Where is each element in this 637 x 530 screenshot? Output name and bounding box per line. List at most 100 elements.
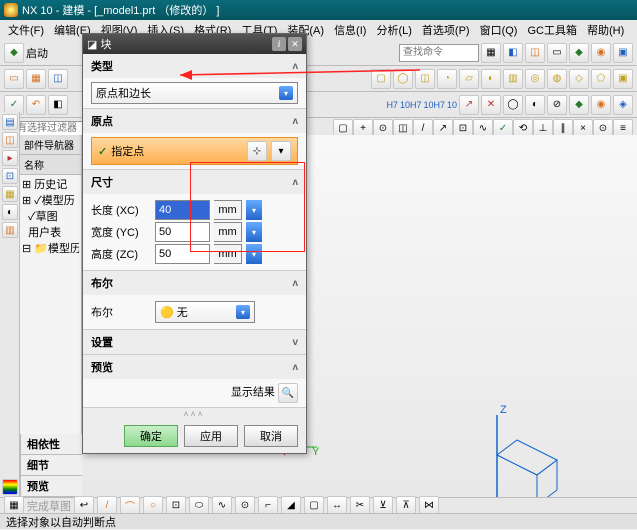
tool-b9[interactable]: ◐ bbox=[481, 69, 501, 89]
tree-item[interactable]: ⊞ ✓模型历 bbox=[22, 193, 79, 209]
ok-button[interactable]: 确定 bbox=[124, 425, 178, 447]
command-search-input[interactable] bbox=[399, 44, 479, 62]
tool-b15[interactable]: ▣ bbox=[613, 69, 633, 89]
apply-button[interactable]: 应用 bbox=[184, 425, 238, 447]
tool-a6[interactable]: ◉ bbox=[591, 43, 611, 63]
tool-b3[interactable]: ◫ bbox=[48, 69, 68, 89]
sketch-finish-label[interactable]: 完成草图 bbox=[27, 498, 71, 514]
app-logo-icon bbox=[4, 3, 18, 17]
tool-c9[interactable]: ◆ bbox=[569, 95, 589, 115]
sect-dim: 尺寸 bbox=[91, 174, 113, 190]
title-bar: NX 10 - 建模 - [_model1.prt （修改的） ] bbox=[0, 0, 637, 20]
sect-prev[interactable]: 预览 bbox=[91, 359, 113, 375]
status-text: 选择对象以自动判断点 bbox=[6, 514, 116, 530]
tool-b8[interactable]: ▱ bbox=[459, 69, 479, 89]
tool-a3[interactable]: ◫ bbox=[525, 43, 545, 63]
tool-b12[interactable]: ◍ bbox=[547, 69, 567, 89]
tool-c11[interactable]: ◈ bbox=[613, 95, 633, 115]
dialog-close-icon[interactable]: ✕ bbox=[288, 37, 302, 51]
dialog-icon: ◪ bbox=[87, 39, 97, 51]
tool-a5[interactable]: ◆ bbox=[569, 43, 589, 63]
type-combo[interactable]: 原点和边长▾ bbox=[91, 82, 298, 104]
tool-b1[interactable]: ▭ bbox=[4, 69, 24, 89]
tool-c6[interactable]: ◯ bbox=[503, 95, 523, 115]
sect-type: 类型 bbox=[91, 58, 113, 74]
tool-b5[interactable]: ◯ bbox=[393, 69, 413, 89]
rail-7-icon[interactable]: ▥ bbox=[2, 222, 18, 238]
check-icon: ✓ bbox=[98, 145, 107, 158]
rail-3-icon[interactable]: ▸ bbox=[2, 150, 18, 166]
menu-info[interactable]: 信息(I) bbox=[330, 20, 370, 40]
chevron-up-icon[interactable]: ʌ bbox=[292, 116, 298, 127]
rail-nav-icon[interactable]: ▤ bbox=[2, 114, 18, 130]
left-rail: ▤ ◫ ▸ ⊡ ▦ ◐ ▥ bbox=[0, 112, 20, 497]
tool-c7[interactable]: ◐ bbox=[525, 95, 545, 115]
gdt-4[interactable]: 10 bbox=[447, 100, 457, 110]
point-picker-icon: ⊹ bbox=[247, 141, 267, 161]
menu-window[interactable]: 窗口(Q) bbox=[476, 20, 522, 40]
tree-item[interactable]: ⊞ 历史记 bbox=[22, 177, 79, 193]
tool-c4[interactable]: ↗ bbox=[459, 95, 479, 115]
rail-6-icon[interactable]: ◐ bbox=[2, 204, 18, 220]
bool-label: 布尔 bbox=[91, 304, 151, 320]
sketch-toolbar: ▦ 完成草图 ↩/ ⌒○ ⊡⬭ ∿⊙ ⌐◢ ▢↔ ✂⊻ ⊼⋈ bbox=[0, 497, 637, 513]
launch-icon[interactable]: ◆ bbox=[4, 43, 24, 63]
tree-item[interactable]: ⊟ 📁模型历 bbox=[22, 241, 79, 257]
tool-b4[interactable]: ▢ bbox=[371, 69, 391, 89]
xc-label: 长度 (XC) bbox=[91, 202, 151, 218]
tool-a1[interactable]: ▦ bbox=[481, 43, 501, 63]
annotation-box bbox=[190, 162, 305, 252]
tool-c2[interactable]: ↶ bbox=[26, 95, 46, 115]
tool-b7[interactable]: ◔ bbox=[437, 69, 457, 89]
tool-b14[interactable]: ⬠ bbox=[591, 69, 611, 89]
tree-item[interactable]: ✓草图 bbox=[22, 209, 79, 225]
tool-b11[interactable]: ◎ bbox=[525, 69, 545, 89]
nav-title: 部件导航器 bbox=[20, 135, 81, 155]
menu-gc[interactable]: GC工具箱 bbox=[523, 20, 581, 40]
menu-analysis[interactable]: 分析(L) bbox=[372, 20, 415, 40]
tool-b6[interactable]: ◫ bbox=[415, 69, 435, 89]
tool-c8[interactable]: ⊘ bbox=[547, 95, 567, 115]
dialog-titlebar[interactable]: ◪ 块 ⅈ✕ bbox=[83, 34, 306, 54]
chevron-up-icon[interactable]: ʌ bbox=[292, 278, 298, 289]
dialog-help-icon[interactable]: ⅈ bbox=[272, 37, 286, 51]
tool-a4[interactable]: ▭ bbox=[547, 43, 567, 63]
origin-point-button[interactable]: ✓指定点⊹▾ bbox=[91, 137, 298, 165]
chevron-up-icon[interactable]: ʌ bbox=[292, 61, 298, 72]
tool-b10[interactable]: ▥ bbox=[503, 69, 523, 89]
rail-2-icon[interactable]: ◫ bbox=[2, 132, 18, 148]
menu-prefs[interactable]: 首选项(P) bbox=[418, 20, 474, 40]
menu-file[interactable]: 文件(F) bbox=[4, 20, 48, 40]
chevron-down-icon: ▾ bbox=[279, 86, 293, 100]
tool-b13[interactable]: ◇ bbox=[569, 69, 589, 89]
tool-b2[interactable]: ▦ bbox=[26, 69, 46, 89]
sect-set[interactable]: 设置 bbox=[91, 334, 113, 350]
magnifier-icon[interactable]: 🔍 bbox=[278, 383, 298, 403]
nav-col: 名称 bbox=[20, 155, 81, 175]
tool-c10[interactable]: ◉ bbox=[591, 95, 611, 115]
dialog-grip[interactable]: ʌʌʌ bbox=[83, 408, 306, 419]
gdt-3[interactable]: 10H7 bbox=[423, 100, 445, 110]
rail-color-icon[interactable] bbox=[2, 479, 18, 495]
tool-a2[interactable]: ◧ bbox=[503, 43, 523, 63]
chevron-down-icon[interactable]: v bbox=[292, 337, 298, 348]
dialog-title: 块 bbox=[100, 39, 111, 51]
chevron-down-icon: ▾ bbox=[236, 305, 250, 319]
window-title: NX 10 - 建模 - [_model1.prt （修改的） ] bbox=[22, 2, 219, 18]
menu-help[interactable]: 帮助(H) bbox=[583, 20, 628, 40]
show-result-label: 显示结果 bbox=[231, 387, 275, 399]
chevron-up-icon[interactable]: ʌ bbox=[292, 362, 298, 373]
gdt-2[interactable]: 10H7 bbox=[400, 100, 422, 110]
tool-c5[interactable]: ✕ bbox=[481, 95, 501, 115]
tree-item[interactable]: 用户表 bbox=[22, 225, 79, 241]
rail-5-icon[interactable]: ▦ bbox=[2, 186, 18, 202]
status-bar: 选择对象以自动判断点 bbox=[0, 513, 637, 529]
gdt-1[interactable]: H7 bbox=[386, 100, 398, 110]
tool-c3[interactable]: ◧ bbox=[48, 95, 68, 115]
svg-text:Z: Z bbox=[500, 404, 507, 416]
rail-4-icon[interactable]: ⊡ bbox=[2, 168, 18, 184]
cancel-button[interactable]: 取消 bbox=[244, 425, 298, 447]
tool-a7[interactable]: ▣ bbox=[613, 43, 633, 63]
launch-button[interactable]: 启动 bbox=[26, 45, 48, 61]
bool-combo[interactable]: 🟡 无▾ bbox=[155, 301, 255, 323]
